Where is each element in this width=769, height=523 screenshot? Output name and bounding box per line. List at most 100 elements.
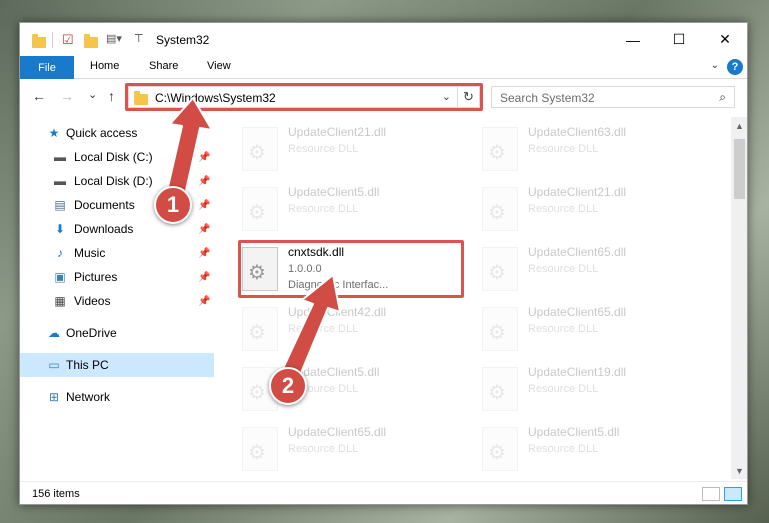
file-list: UpdateClient21.dll Resource DLL UpdateCl… [218,117,730,479]
file-description: Resource DLL [528,443,599,455]
file-description: Resource DLL [288,323,359,335]
pin-icon: 📌 [198,223,211,235]
dll-file-icon [242,307,278,351]
nav-item-downloads[interactable]: ⬇ Downloads 📌 [20,217,214,241]
properties-icon[interactable]: ☑ [62,32,74,48]
file-item[interactable]: UpdateClient65.dll Resource DLL [478,301,708,357]
tab-share[interactable]: Share [149,60,178,72]
up-button[interactable]: ↑ [108,88,115,104]
file-item[interactable]: UpdateClient21.dll Resource DLL [478,181,708,237]
customize-toolbar-icon[interactable]: ▤▾ [106,32,122,48]
vertical-scrollbar[interactable]: ▲ ▼ [731,117,747,479]
pin-icon: 📌 [198,295,211,307]
nav-item-quick-access[interactable]: ★ Quick access [20,121,214,145]
window-title: System32 [156,33,210,47]
search-input[interactable]: Search System32 ⌕ [491,86,735,108]
step-marker-1: 1 [154,186,192,224]
nav-label: OneDrive [66,326,117,340]
drive-icon: ▬ [54,150,66,164]
file-name: UpdateClient65.dll [528,305,627,319]
file-name: UpdateClient65.dll [288,425,387,439]
tab-view[interactable]: View [207,60,231,72]
star-icon: ★ [48,126,60,140]
separator [52,32,53,48]
new-folder-icon[interactable] [84,34,98,48]
nav-item-this-pc[interactable]: ▭ This PC [20,353,214,377]
nav-label: Pictures [74,270,118,284]
file-highlight-box [238,240,464,298]
nav-label: Local Disk (C:) [74,150,153,164]
tiles-view-button[interactable] [724,487,742,501]
dll-file-icon [482,307,518,351]
nav-item-music[interactable]: ♪ Music 📌 [20,241,214,265]
forward-button[interactable]: → [60,88,74,104]
dll-file-icon [482,367,518,411]
file-description: Resource DLL [288,443,359,455]
step-marker-2: 2 [269,367,307,405]
nav-item-videos[interactable]: ▦ Videos 📌 [20,289,214,313]
file-description: Resource DLL [288,203,359,215]
drive-icon: ▬ [54,174,66,188]
close-button[interactable]: ✕ [702,23,747,56]
scroll-up-icon[interactable]: ▲ [731,117,747,134]
ribbon: File Home Share View ⌄ ? [20,56,747,79]
nav-label: Quick access [66,126,138,140]
file-description: Resource DLL [288,143,359,155]
nav-label: Local Disk (D:) [74,174,153,188]
nav-label: Documents [74,198,135,212]
toolbar-dropdown-icon[interactable]: ⊤ [134,32,144,48]
nav-item-pictures[interactable]: ▣ Pictures 📌 [20,265,214,289]
nav-label: Videos [74,294,111,308]
scroll-thumb[interactable] [734,139,745,199]
file-name: UpdateClient42.dll [288,305,387,319]
folder-icon [32,34,46,48]
nav-label: This PC [66,358,109,372]
cloud-icon: ☁ [48,326,60,340]
file-item[interactable]: UpdateClient5.dll Resource DLL [478,421,708,477]
file-item[interactable]: UpdateClient5.dll Resource DLL [238,181,468,237]
item-count: 156 items [32,488,80,500]
address-row: ← → ⌄ ↑ C:\Windows\System32 ⌄ ↻ Search S… [20,80,747,114]
tab-file[interactable]: File [20,56,74,79]
maximize-button[interactable]: ☐ [656,23,702,56]
file-item[interactable]: UpdateClient63.dll Resource DLL [478,121,708,177]
file-name: UpdateClient5.dll [528,425,620,439]
file-item[interactable]: UpdateClient65.dll Resource DLL [238,421,468,477]
file-item[interactable]: UpdateClient19.dll Resource DLL [478,361,708,417]
file-description: Resource DLL [528,143,599,155]
scroll-down-icon[interactable]: ▼ [731,462,747,479]
file-name: UpdateClient21.dll [528,185,627,199]
nav-item-local-disk-c[interactable]: ▬ Local Disk (C:) 📌 [20,145,214,169]
tab-home[interactable]: Home [90,60,119,72]
documents-icon: ▤ [54,198,66,212]
nav-item-onedrive[interactable]: ☁ OneDrive [20,321,214,345]
help-icon[interactable]: ? [727,59,743,75]
dll-file-icon [242,187,278,231]
title-bar: ☑ ▤▾ ⊤ System32 — ☐ ✕ [20,23,747,56]
network-icon: ⊞ [48,390,60,404]
pin-icon: 📌 [198,271,211,283]
recent-locations-icon[interactable]: ⌄ [88,88,97,101]
back-button[interactable]: ← [32,88,46,104]
computer-icon: ▭ [48,358,60,372]
minimize-button[interactable]: — [610,23,656,56]
address-highlight-box [125,83,483,111]
file-item[interactable]: UpdateClient42.dll Resource DLL [238,301,468,357]
file-description: Resource DLL [528,263,599,275]
search-icon[interactable]: ⌕ [719,90,726,105]
dll-file-icon [242,127,278,171]
pin-icon: 📌 [198,199,211,211]
navigation-pane: ★ Quick access ▬ Local Disk (C:) 📌 ▬ Loc… [20,117,214,479]
file-name: UpdateClient21.dll [288,125,387,139]
nav-item-network[interactable]: ⊞ Network [20,385,214,409]
ribbon-expand-icon[interactable]: ⌄ [711,60,719,71]
search-placeholder: Search System32 [500,91,595,105]
details-view-button[interactable] [702,487,720,501]
dll-file-icon [482,427,518,471]
status-bar: 156 items [20,481,747,504]
file-item[interactable]: UpdateClient65.dll Resource DLL [478,241,708,297]
download-icon: ⬇ [54,222,66,236]
file-description: Resource DLL [528,203,599,215]
file-item[interactable]: UpdateClient21.dll Resource DLL [238,121,468,177]
pictures-icon: ▣ [54,270,66,284]
